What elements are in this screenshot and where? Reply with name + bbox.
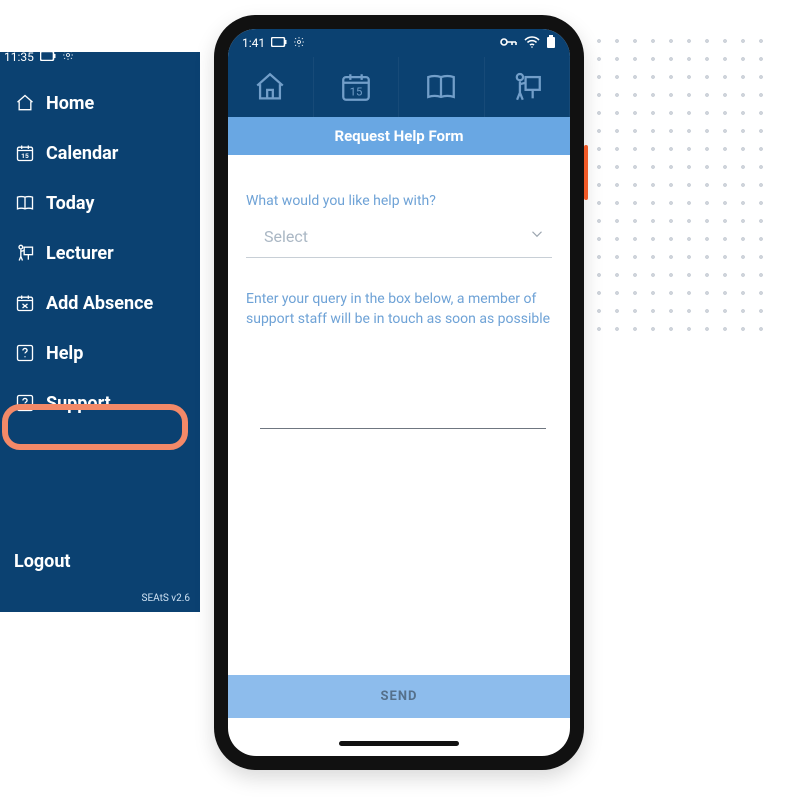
vpn-icon xyxy=(500,36,518,51)
question2-label: Enter your query in the box below, a mem… xyxy=(246,290,552,329)
phone-screen: 1:41 xyxy=(228,29,570,756)
nav-item-label: Lecturer xyxy=(46,243,114,264)
tab-bar: 15 xyxy=(228,57,570,117)
tab-today[interactable] xyxy=(399,57,485,117)
tab-lecturer[interactable] xyxy=(485,57,571,117)
gear-icon xyxy=(293,36,305,51)
support-icon xyxy=(14,392,36,414)
version-label: SEAtS v2.6 xyxy=(142,593,190,604)
battery-icon xyxy=(40,50,56,64)
phone-statusbar: 1:41 xyxy=(228,29,570,57)
nav-item-label: Add Absence xyxy=(46,293,153,314)
logout-button[interactable]: Logout xyxy=(14,551,71,572)
drawer-statusbar: 11:35 xyxy=(4,49,74,64)
nav-item-help[interactable]: Help xyxy=(0,332,200,374)
phone-time: 1:41 xyxy=(242,36,265,50)
svg-text:15: 15 xyxy=(349,85,362,99)
nav-drawer: 11:35 Home 15 Calendar Today xyxy=(0,52,200,612)
home-icon xyxy=(14,92,36,114)
question1-label: What would you like help with? xyxy=(246,193,552,209)
tab-home[interactable] xyxy=(228,57,314,117)
nav-item-calendar[interactable]: 15 Calendar xyxy=(0,132,200,174)
form-title-text: Request Help Form xyxy=(334,127,463,145)
nav-item-label: Today xyxy=(46,193,95,214)
drawer-time: 11:35 xyxy=(4,50,34,64)
wifi-icon xyxy=(524,36,540,51)
lecturer-icon xyxy=(14,242,36,264)
tab-calendar[interactable]: 15 xyxy=(314,57,400,117)
phone-frame: 1:41 xyxy=(214,15,584,770)
topic-select[interactable]: Select xyxy=(246,215,552,258)
send-label: SEND xyxy=(381,689,418,704)
calendar-x-icon xyxy=(14,292,36,314)
nav-item-home[interactable]: Home xyxy=(0,82,200,124)
nav-item-add-absence[interactable]: Add Absence xyxy=(0,282,200,324)
help-icon xyxy=(14,342,36,364)
decorative-dots xyxy=(590,32,770,342)
logout-label: Logout xyxy=(14,551,71,572)
battery-full-icon xyxy=(546,35,556,52)
book-icon xyxy=(14,192,36,214)
chevron-down-icon xyxy=(528,225,546,247)
send-button[interactable]: SEND xyxy=(228,675,570,718)
nav-item-label: Calendar xyxy=(46,143,118,164)
nav-item-label: Support xyxy=(46,393,111,414)
nav-item-support[interactable]: Support xyxy=(0,382,200,424)
nav-item-lecturer[interactable]: Lecturer xyxy=(0,232,200,274)
nav-item-label: Help xyxy=(46,343,83,364)
home-indicator[interactable] xyxy=(339,741,459,746)
select-placeholder: Select xyxy=(264,227,308,246)
gear-icon xyxy=(62,49,74,64)
nav-item-today[interactable]: Today xyxy=(0,182,200,224)
nav-item-label: Home xyxy=(46,93,94,114)
form-body: What would you like help with? Select En… xyxy=(228,155,570,447)
nav-list: Home 15 Calendar Today Lecturer Add Abse… xyxy=(0,82,200,424)
battery-icon xyxy=(271,36,287,50)
query-textarea[interactable] xyxy=(260,339,546,429)
calendar-icon: 15 xyxy=(14,142,36,164)
svg-text:15: 15 xyxy=(21,152,29,160)
form-title-bar: Request Help Form xyxy=(228,117,570,155)
